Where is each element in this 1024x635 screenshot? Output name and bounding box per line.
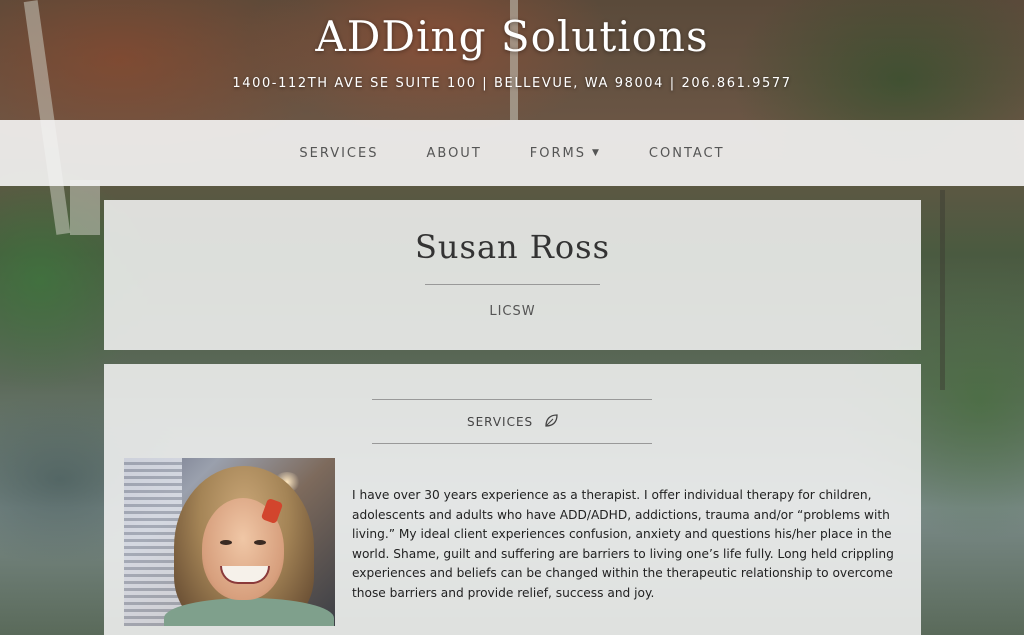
services-panel: SERVICES I have over 30 years experience… bbox=[104, 364, 921, 635]
section-divider-top bbox=[372, 399, 652, 400]
main-nav: SERVICES ABOUT FORMS ▼ CONTACT bbox=[0, 120, 1024, 186]
caret-down-icon: ▼ bbox=[591, 148, 601, 158]
section-divider-bottom bbox=[372, 443, 652, 444]
section-heading-label: SERVICES bbox=[466, 415, 534, 429]
leaf-icon bbox=[544, 414, 558, 431]
section-heading: SERVICES bbox=[104, 414, 921, 431]
nav-services[interactable]: SERVICES bbox=[299, 142, 378, 165]
nav-forms-label: FORMS bbox=[529, 145, 586, 161]
profile-photo bbox=[124, 458, 335, 626]
profile-header-panel: Susan Ross LICSW bbox=[104, 200, 921, 350]
page-title: Susan Ross bbox=[414, 228, 610, 266]
nav-services-label: SERVICES bbox=[299, 145, 379, 161]
nav-contact[interactable]: CONTACT bbox=[649, 142, 725, 165]
title-divider bbox=[425, 284, 600, 285]
site-title[interactable]: ADDing Solutions bbox=[0, 12, 1024, 61]
nav-about-label: ABOUT bbox=[426, 145, 482, 161]
nav-contact-label: CONTACT bbox=[648, 145, 725, 161]
credential-label: LICSW bbox=[489, 304, 536, 319]
nav-about[interactable]: ABOUT bbox=[426, 142, 481, 165]
bio-text: I have over 30 years experience as a the… bbox=[352, 488, 894, 600]
nav-forms-dropdown[interactable]: FORMS ▼ bbox=[530, 142, 601, 165]
site-address: 1400-112TH AVE SE SUITE 100 | BELLEVUE, … bbox=[232, 76, 792, 91]
site-header: ADDing Solutions 1400-112TH AVE SE SUITE… bbox=[0, 0, 1024, 120]
